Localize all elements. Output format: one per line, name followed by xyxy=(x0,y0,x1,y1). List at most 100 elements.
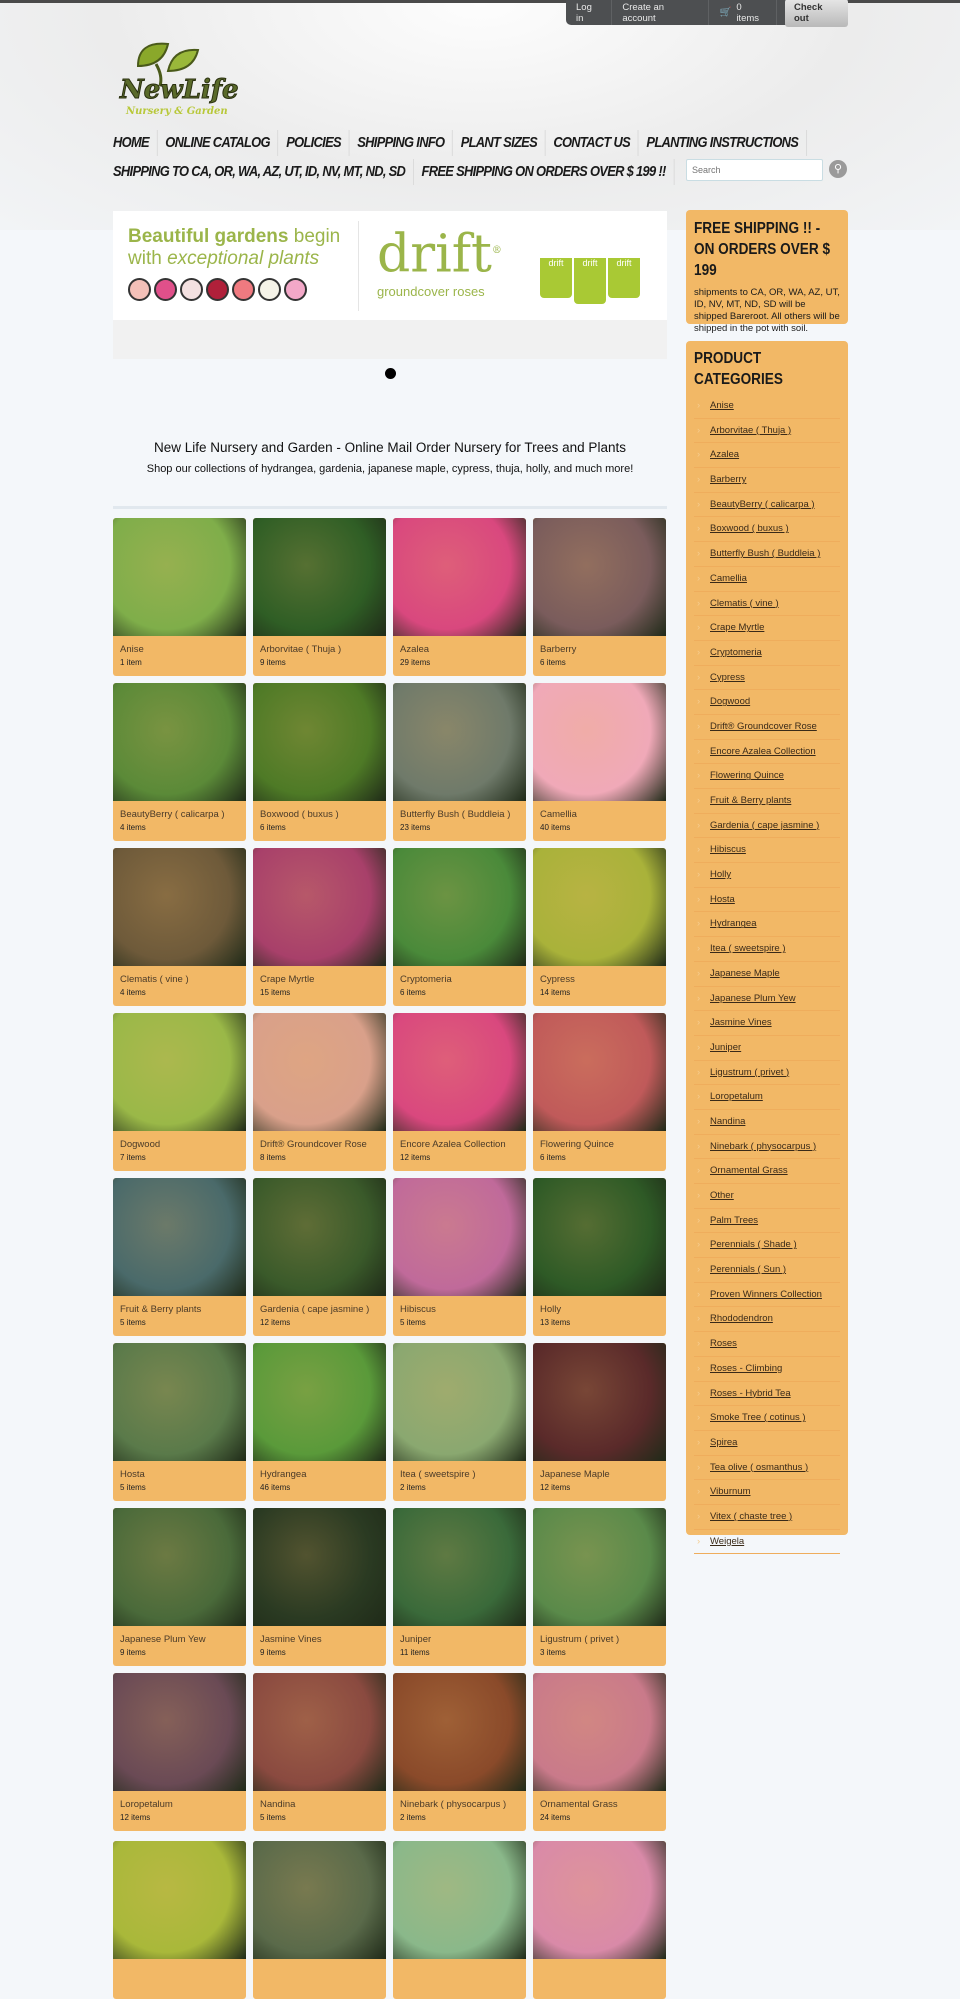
category-link[interactable]: Gardenia ( cape jasmine ) xyxy=(710,820,819,831)
category-image[interactable] xyxy=(393,1508,526,1626)
category-link[interactable]: Barberry xyxy=(710,474,746,485)
category-link[interactable]: Roses - Climbing xyxy=(710,1363,782,1374)
category-link[interactable]: Drift® Groundcover Rose xyxy=(710,721,817,732)
category-name[interactable]: Anise xyxy=(113,636,246,655)
category-image[interactable] xyxy=(253,1841,386,1959)
category-image[interactable] xyxy=(533,1178,666,1296)
category-tile[interactable]: Hosta 5 items xyxy=(113,1343,246,1501)
category-tile[interactable]: Japanese Maple 12 items xyxy=(533,1343,666,1501)
category-link[interactable]: Rhododendron xyxy=(710,1313,773,1324)
category-tile[interactable] xyxy=(253,1841,386,1999)
category-tile[interactable]: Anise 1 item xyxy=(113,518,246,676)
category-image[interactable] xyxy=(393,1178,526,1296)
category-name[interactable]: Ornamental Grass xyxy=(533,1791,666,1810)
category-name[interactable]: Fruit & Berry plants xyxy=(113,1296,246,1315)
category-link[interactable]: Weigela xyxy=(710,1536,744,1547)
category-image[interactable] xyxy=(533,1841,666,1959)
nav-link[interactable]: POLICIES xyxy=(286,130,350,156)
category-name[interactable]: Ninebark ( physocarpus ) xyxy=(393,1791,526,1810)
category-link[interactable]: Crape Myrtle xyxy=(710,622,764,633)
nav-link[interactable]: HOME xyxy=(113,130,158,156)
category-image[interactable] xyxy=(113,1841,246,1959)
category-tile[interactable]: Fruit & Berry plants 5 items xyxy=(113,1178,246,1336)
category-link[interactable]: Azalea xyxy=(710,449,739,460)
category-image[interactable] xyxy=(533,518,666,636)
category-image[interactable] xyxy=(253,1673,386,1791)
category-tile[interactable]: Clematis ( vine ) 4 items xyxy=(113,848,246,1006)
category-link[interactable]: Butterfly Bush ( Buddleia ) xyxy=(710,548,820,559)
category-tile[interactable]: Gardenia ( cape jasmine ) 12 items xyxy=(253,1178,386,1336)
category-name[interactable]: Holly xyxy=(533,1296,666,1315)
category-name[interactable]: Dogwood xyxy=(113,1131,246,1150)
category-link[interactable]: Nandina xyxy=(710,1116,745,1127)
category-tile[interactable]: Loropetalum 12 items xyxy=(113,1673,246,1831)
category-link[interactable]: Spirea xyxy=(710,1437,737,1448)
category-tile[interactable]: Barberry 6 items xyxy=(533,518,666,676)
category-link[interactable]: Camellia xyxy=(710,573,747,584)
nav-link[interactable]: FREE SHIPPING ON ORDERS OVER $ 199 !! xyxy=(422,159,675,185)
category-tile[interactable]: Itea ( sweetspire ) 2 items xyxy=(393,1343,526,1501)
category-image[interactable] xyxy=(113,848,246,966)
category-tile[interactable]: Dogwood 7 items xyxy=(113,1013,246,1171)
category-link[interactable]: Roses xyxy=(710,1338,737,1349)
category-image[interactable] xyxy=(393,518,526,636)
category-image[interactable] xyxy=(253,1343,386,1461)
category-name[interactable]: Itea ( sweetspire ) xyxy=(393,1461,526,1480)
category-link[interactable]: Holly xyxy=(710,869,731,880)
category-link[interactable]: Ornamental Grass xyxy=(710,1165,788,1176)
category-tile[interactable]: Camellia 40 items xyxy=(533,683,666,841)
category-link[interactable]: Dogwood xyxy=(710,696,750,707)
category-image[interactable] xyxy=(113,1508,246,1626)
category-tile[interactable]: Juniper 11 items xyxy=(393,1508,526,1666)
nav-link[interactable]: CONTACT US xyxy=(553,130,639,156)
nav-link[interactable]: PLANTING INSTRUCTIONS xyxy=(646,130,807,156)
slider-dot[interactable] xyxy=(385,368,396,379)
category-name[interactable]: Jasmine Vines xyxy=(253,1626,386,1645)
category-name[interactable]: Gardenia ( cape jasmine ) xyxy=(253,1296,386,1315)
category-name[interactable]: Loropetalum xyxy=(113,1791,246,1810)
category-name[interactable]: Arborvitae ( Thuja ) xyxy=(253,636,386,655)
promo-banner[interactable]: Beautiful gardens begin with exceptional… xyxy=(113,211,667,320)
category-image[interactable] xyxy=(533,848,666,966)
category-link[interactable]: Encore Azalea Collection xyxy=(710,746,816,757)
login-link[interactable]: Log in xyxy=(566,0,613,25)
category-tile[interactable]: Flowering Quince 6 items xyxy=(533,1013,666,1171)
checkout-button[interactable]: Check out xyxy=(784,0,848,27)
category-tile[interactable]: Jasmine Vines 9 items xyxy=(253,1508,386,1666)
create-account-link[interactable]: Create an account xyxy=(612,0,710,25)
category-image[interactable] xyxy=(533,1013,666,1131)
category-link[interactable]: Arborvitae ( Thuja ) xyxy=(710,425,791,436)
category-image[interactable] xyxy=(393,848,526,966)
category-link[interactable]: BeautyBerry ( calicarpa ) xyxy=(710,499,815,510)
category-link[interactable]: Japanese Plum Yew xyxy=(710,993,796,1004)
category-link[interactable]: Clematis ( vine ) xyxy=(710,598,779,609)
category-image[interactable] xyxy=(253,1013,386,1131)
category-image[interactable] xyxy=(253,848,386,966)
category-link[interactable]: Itea ( sweetspire ) xyxy=(710,943,786,954)
category-tile[interactable]: Arborvitae ( Thuja ) 9 items xyxy=(253,518,386,676)
category-name[interactable]: Crape Myrtle xyxy=(253,966,386,985)
category-name[interactable]: Hibiscus xyxy=(393,1296,526,1315)
category-tile[interactable]: Encore Azalea Collection 12 items xyxy=(393,1013,526,1171)
category-name[interactable]: Butterfly Bush ( Buddleia ) xyxy=(393,801,526,820)
category-image[interactable] xyxy=(393,1343,526,1461)
category-link[interactable]: Hibiscus xyxy=(710,844,746,855)
category-name[interactable]: Juniper xyxy=(393,1626,526,1645)
category-name[interactable]: Barberry xyxy=(533,636,666,655)
category-name[interactable]: Encore Azalea Collection xyxy=(393,1131,526,1150)
category-link[interactable]: Juniper xyxy=(710,1042,741,1053)
category-link[interactable]: Perennials ( Sun ) xyxy=(710,1264,786,1275)
category-tile[interactable]: Cypress 14 items xyxy=(533,848,666,1006)
category-name[interactable]: Clematis ( vine ) xyxy=(113,966,246,985)
category-link[interactable]: Proven Winners Collection xyxy=(710,1289,822,1300)
category-name[interactable]: Flowering Quince xyxy=(533,1131,666,1150)
category-name[interactable]: BeautyBerry ( calicarpa ) xyxy=(113,801,246,820)
category-link[interactable]: Boxwood ( buxus ) xyxy=(710,523,789,534)
category-name[interactable]: Hydrangea xyxy=(253,1461,386,1480)
category-tile[interactable]: Boxwood ( buxus ) 6 items xyxy=(253,683,386,841)
category-image[interactable] xyxy=(533,1508,666,1626)
category-image[interactable] xyxy=(113,1178,246,1296)
category-tile[interactable]: Ligustrum ( privet ) 3 items xyxy=(533,1508,666,1666)
category-tile[interactable]: Azalea 29 items xyxy=(393,518,526,676)
category-tile[interactable] xyxy=(533,1841,666,1999)
